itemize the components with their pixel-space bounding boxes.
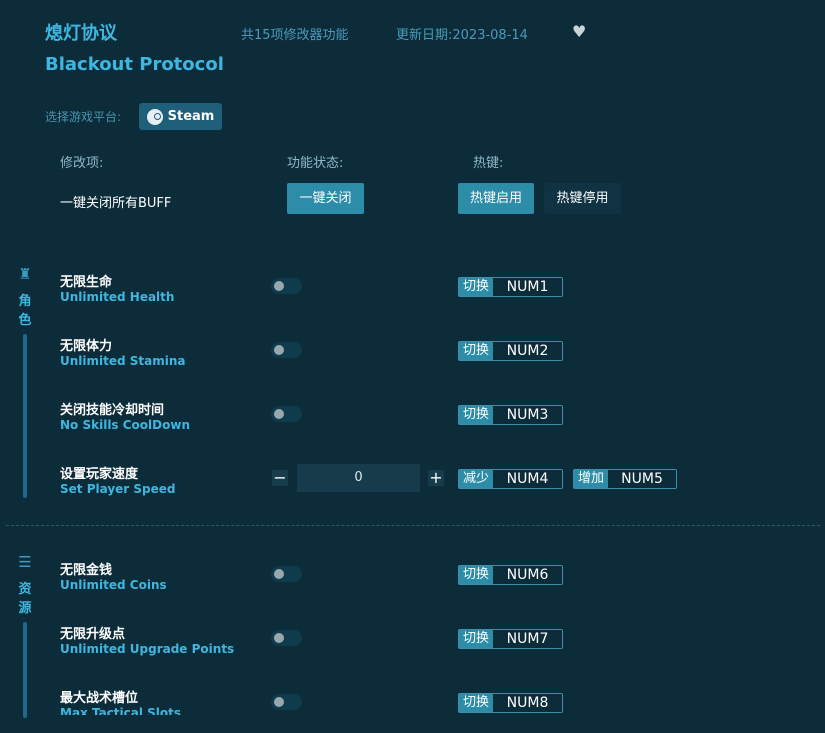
hotkey-action: 切换 [459, 278, 493, 296]
set-player-speed-cn: 设置玩家速度 [60, 463, 138, 482]
clipped-row-container: 最大战术槽位 Max Tactical Slots 切换 NUM8 [0, 680, 825, 715]
unlimited-upgrade-points-hotkey[interactable]: 切换 NUM7 [458, 629, 563, 649]
max-tactical-slots-en: Max Tactical Slots [60, 706, 181, 715]
category-resources-char1: 资 [17, 580, 33, 599]
steam-platform-button[interactable]: Steam [139, 103, 222, 130]
hotkey-disable-button[interactable]: 热键停用 [544, 183, 621, 214]
hotkey-key: NUM2 [493, 342, 562, 360]
column-mod: 修改项: [60, 152, 103, 171]
hotkey-key: NUM8 [493, 694, 562, 712]
category-character-char2: 色 [17, 311, 33, 330]
close-all-button[interactable]: 一键关闭 [287, 183, 364, 214]
hotkey-action: 减少 [459, 470, 493, 488]
max-tactical-slots-hotkey[interactable]: 切换 NUM8 [458, 693, 563, 713]
hotkey-key: NUM1 [493, 278, 562, 296]
unlimited-coins-cn: 无限金钱 [60, 559, 112, 578]
hotkey-action: 切换 [459, 342, 493, 360]
character-icon: ♜ [16, 265, 34, 283]
game-title-en: Blackout Protocol [45, 54, 224, 75]
feature-count: 共15项修改器功能 [241, 24, 349, 43]
unlimited-health-cn: 无限生命 [60, 271, 112, 290]
resources-icon: ☰ [16, 553, 34, 571]
hotkey-action: 切换 [459, 630, 493, 648]
unlimited-health-hotkey[interactable]: 切换 NUM1 [458, 277, 563, 297]
category-character-bar [23, 334, 27, 498]
max-tactical-slots-cn: 最大战术槽位 [60, 687, 138, 706]
set-player-speed-en: Set Player Speed [60, 482, 176, 496]
hotkey-enable-button[interactable]: 热键启用 [458, 183, 534, 214]
unlimited-stamina-en: Unlimited Stamina [60, 354, 186, 368]
unlimited-upgrade-points-en: Unlimited Upgrade Points [60, 642, 234, 656]
unlimited-upgrade-points-cn: 无限升级点 [60, 623, 125, 642]
unlimited-health-toggle[interactable] [271, 278, 302, 294]
column-status: 功能状态: [287, 152, 343, 171]
column-hotkey: 热键: [473, 152, 503, 171]
hotkey-key: NUM6 [493, 566, 562, 584]
unlimited-coins-toggle[interactable] [271, 566, 302, 582]
game-title-cn: 熄灯协议 [45, 19, 117, 45]
unlimited-stamina-hotkey[interactable]: 切换 NUM2 [458, 341, 563, 361]
category-character-label: 角 色 [17, 292, 33, 330]
no-skills-cooldown-en: No Skills CoolDown [60, 418, 190, 432]
no-skills-cooldown-toggle[interactable] [271, 406, 302, 422]
unlimited-stamina-cn: 无限体力 [60, 335, 112, 354]
hotkey-action: 切换 [459, 406, 493, 424]
hotkey-action: 切换 [459, 566, 493, 584]
unlimited-coins-en: Unlimited Coins [60, 578, 167, 592]
steam-label: Steam [168, 109, 215, 124]
max-tactical-slots-toggle[interactable] [271, 694, 302, 710]
close-all-buff-label: 一键关闭所有BUFF [60, 192, 171, 211]
no-skills-cooldown-hotkey[interactable]: 切换 NUM3 [458, 405, 563, 425]
update-date: 更新日期:2023-08-14 [396, 24, 528, 43]
speed-increase-hotkey[interactable]: 增加 NUM5 [573, 469, 677, 489]
heart-icon[interactable]: ♥ [572, 22, 586, 41]
hotkey-key: NUM7 [493, 630, 562, 648]
category-resources-char2: 源 [17, 599, 33, 618]
speed-decrease-hotkey[interactable]: 减少 NUM4 [458, 469, 563, 489]
speed-increase-button[interactable]: + [428, 470, 444, 486]
unlimited-coins-hotkey[interactable]: 切换 NUM6 [458, 565, 563, 585]
category-character-char1: 角 [17, 292, 33, 311]
hotkey-action: 切换 [459, 694, 493, 712]
steam-icon [147, 109, 163, 125]
speed-decrease-button[interactable]: − [272, 470, 288, 486]
category-resources-label: 资 源 [17, 580, 33, 618]
hotkey-key: NUM4 [493, 470, 562, 488]
speed-value-input[interactable]: 0 [297, 464, 420, 492]
platform-label: 选择游戏平台: [45, 108, 121, 125]
hotkey-action: 增加 [574, 470, 608, 488]
unlimited-stamina-toggle[interactable] [271, 342, 302, 358]
unlimited-health-en: Unlimited Health [60, 290, 174, 304]
unlimited-upgrade-points-toggle[interactable] [271, 630, 302, 646]
section-divider [6, 525, 820, 526]
hotkey-key: NUM5 [608, 470, 676, 488]
hotkey-key: NUM3 [493, 406, 562, 424]
no-skills-cooldown-cn: 关闭技能冷却时间 [60, 399, 164, 418]
